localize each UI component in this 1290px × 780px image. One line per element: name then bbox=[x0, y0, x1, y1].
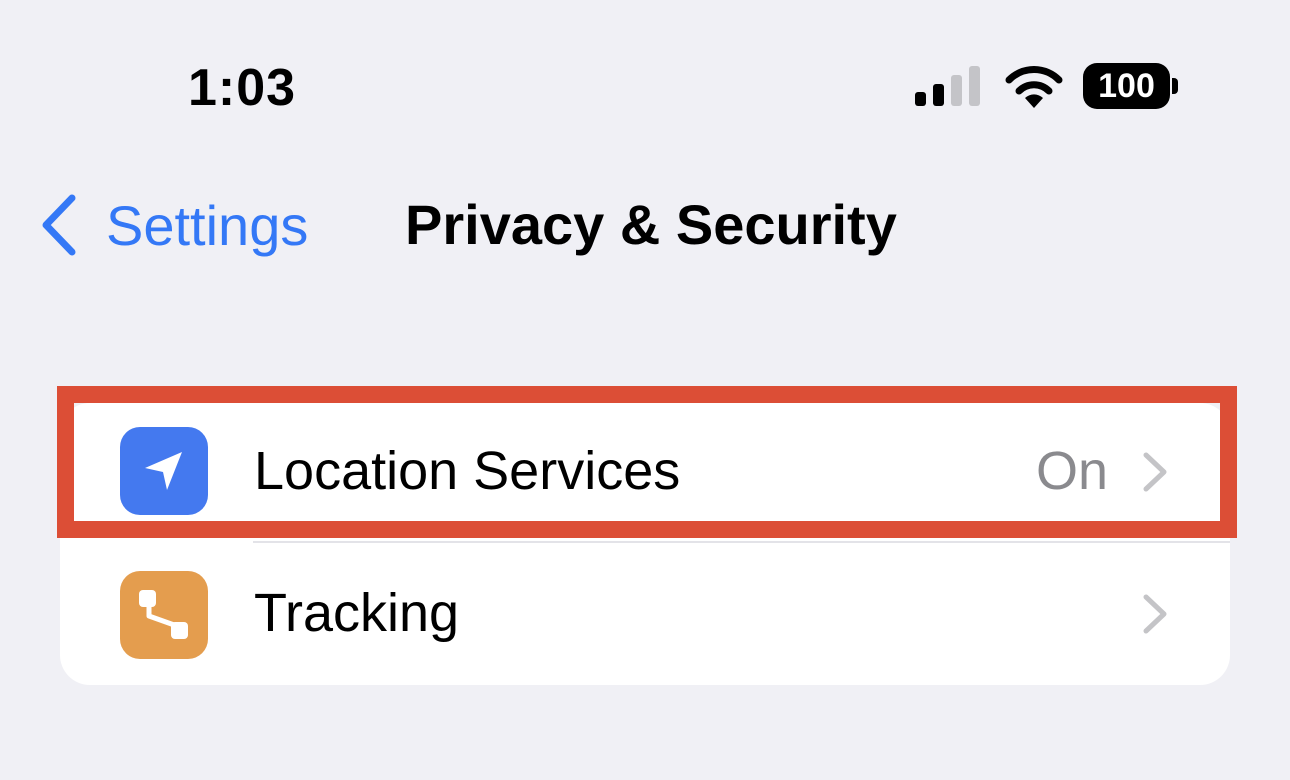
back-label: Settings bbox=[106, 193, 309, 257]
wifi-icon bbox=[1005, 66, 1063, 108]
row-divider bbox=[253, 541, 1230, 543]
chevron-right-icon bbox=[1143, 594, 1167, 634]
location-arrow-icon bbox=[120, 427, 208, 515]
battery-cap bbox=[1172, 78, 1178, 94]
status-bar: 1:03 100 bbox=[0, 0, 1290, 170]
status-time: 1:03 bbox=[188, 59, 297, 117]
location-services-row[interactable]: Location Services On bbox=[60, 403, 1230, 543]
row-label: Tracking bbox=[254, 583, 460, 643]
battery-body: 100 bbox=[1083, 63, 1170, 109]
page-title: Privacy & Security bbox=[405, 193, 897, 256]
tracking-glyph bbox=[139, 590, 188, 639]
battery-level: 100 bbox=[1098, 66, 1155, 105]
cellular-signal-icon bbox=[915, 66, 980, 106]
chevron-right-icon bbox=[1143, 452, 1167, 492]
tracking-row[interactable]: Tracking bbox=[60, 545, 1230, 685]
location-arrow-glyph bbox=[145, 452, 182, 490]
settings-group: Location Services On Tracking bbox=[60, 403, 1230, 685]
tracking-icon bbox=[120, 571, 208, 659]
navigation-bar: Settings Privacy & Security bbox=[0, 180, 1290, 270]
battery-icon: 100 bbox=[1083, 63, 1179, 109]
chevron-left-icon bbox=[42, 194, 76, 256]
row-label: Location Services bbox=[254, 441, 681, 501]
back-button[interactable]: Settings bbox=[36, 190, 308, 260]
row-value: On bbox=[1035, 441, 1108, 501]
